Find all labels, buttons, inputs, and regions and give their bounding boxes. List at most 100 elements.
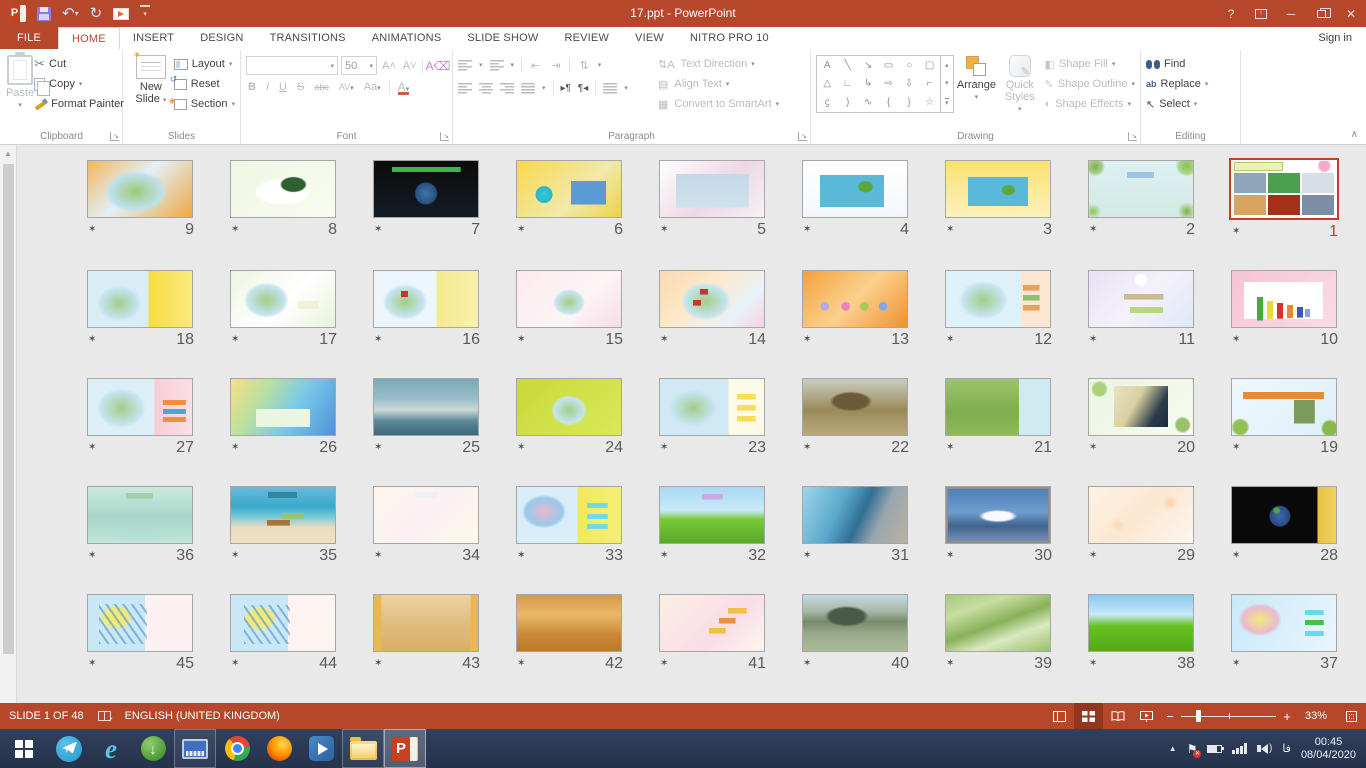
slide-cell-4[interactable]: ✶4 (802, 160, 910, 243)
vertical-scrollbar[interactable]: ▲ (0, 145, 17, 703)
slide-thumbnail-14[interactable] (659, 270, 765, 328)
shape-glyph-13[interactable]: ) (846, 97, 849, 108)
language-indicator[interactable]: ENGLISH (UNITED KINGDOM) (125, 710, 280, 722)
slide-thumbnail-35[interactable] (230, 486, 336, 544)
slide-thumbnail-43[interactable] (373, 594, 479, 652)
text-direction-button[interactable]: ⇅AText Direction▾ (656, 56, 779, 72)
shrink-font-button[interactable]: A˅ (401, 60, 419, 72)
sign-in-link[interactable]: Sign in (1318, 27, 1366, 49)
slide-thumbnail-20[interactable] (1088, 378, 1194, 436)
tab-file[interactable]: FILE (0, 27, 58, 49)
slide-cell-20[interactable]: ✶20 (1088, 378, 1196, 459)
slide-thumbnail-41[interactable] (659, 594, 765, 652)
numbering-icon[interactable] (490, 60, 504, 71)
slide-cell-15[interactable]: ✶15 (516, 270, 624, 351)
slide-thumbnail-34[interactable] (373, 486, 479, 544)
change-case-button[interactable]: Aa▾ (362, 81, 383, 93)
slide-thumbnail-12[interactable] (945, 270, 1051, 328)
slide-cell-16[interactable]: ✶16 (373, 270, 481, 351)
slide-thumbnail-36[interactable] (87, 486, 193, 544)
line-spacing-button[interactable]: ⇅ (577, 59, 590, 72)
tab-slide-show[interactable]: SLIDE SHOW (454, 27, 551, 49)
underline-button[interactable]: U (277, 81, 289, 93)
font-dialog-launcher[interactable]: ↘ (440, 132, 449, 141)
slide-thumbnail-29[interactable] (1088, 486, 1194, 544)
decrease-indent-button[interactable]: ⇤ (529, 59, 542, 72)
slide-thumbnail-32[interactable] (659, 486, 765, 544)
slide-cell-21[interactable]: ✶21 (945, 378, 1053, 459)
shape-glyph-0[interactable]: A (824, 60, 831, 71)
action-center-icon[interactable]: ⚑ (1187, 742, 1198, 756)
slide-cell-12[interactable]: ✶12 (945, 270, 1053, 351)
clock[interactable]: 00:45 08/04/2020 (1301, 736, 1356, 762)
bullets-icon[interactable] (458, 60, 472, 71)
slide-cell-17[interactable]: ✶17 (230, 270, 338, 351)
replace-button[interactable]: abReplace▾ (1146, 76, 1208, 92)
collapse-ribbon-button[interactable]: ∧ (1351, 129, 1358, 140)
slide-cell-18[interactable]: ✶18 (87, 270, 195, 351)
input-language-indicator[interactable]: فا (1282, 742, 1291, 755)
slide-cell-38[interactable]: ✶38 (1088, 594, 1196, 675)
slide-cell-32[interactable]: ✶32 (659, 486, 767, 567)
font-name-select[interactable]: ▾ (246, 56, 338, 75)
show-hidden-icons-button[interactable]: ▲ (1169, 744, 1177, 753)
tab-nitro-pro-10[interactable]: NITRO PRO 10 (677, 27, 782, 49)
italic-button[interactable]: I (264, 81, 271, 93)
shape-glyph-6[interactable]: △ (823, 78, 831, 89)
slide-thumbnail-33[interactable] (516, 486, 622, 544)
tab-home[interactable]: HOME (58, 27, 120, 49)
shape-gallery[interactable]: A╲↘▭○▢△∟↳⇨⇩⌐ϛ)∿{}☆ ▴▾▾ (816, 55, 954, 113)
customize-quick-access-icon[interactable]: ▾ (140, 5, 150, 23)
slide-thumbnail-30[interactable] (945, 486, 1051, 544)
slide-thumbnail-19[interactable] (1231, 378, 1337, 436)
slide-thumbnail-17[interactable] (230, 270, 336, 328)
bold-button[interactable]: B (246, 81, 258, 93)
spell-check-icon[interactable] (98, 711, 111, 721)
slide-thumbnail-7[interactable] (373, 160, 479, 218)
slide-thumbnail-28[interactable] (1231, 486, 1337, 544)
new-slide-button[interactable]: NewSlide ▾ (128, 53, 174, 127)
restore-button[interactable] (1306, 0, 1336, 27)
network-signal-icon[interactable] (1232, 743, 1247, 754)
slide-cell-14[interactable]: ✶14 (659, 270, 767, 351)
scrollbar-thumb[interactable] (3, 164, 14, 654)
align-left-button[interactable] (458, 83, 472, 94)
shape-glyph-5[interactable]: ▢ (925, 60, 934, 71)
slide-thumbnail-11[interactable] (1088, 270, 1194, 328)
slide-thumbnail-10[interactable] (1231, 270, 1337, 328)
align-center-button[interactable] (479, 83, 493, 94)
slide-cell-33[interactable]: ✶33 (516, 486, 624, 567)
shape-glyph-10[interactable]: ⇩ (905, 78, 913, 89)
shape-glyph-12[interactable]: ϛ (825, 97, 830, 108)
taskbar-button-start[interactable] (0, 729, 48, 768)
ribbon-display-options-button[interactable]: ↑ (1246, 0, 1276, 27)
volume-icon[interactable]: ) (1257, 743, 1272, 754)
slide-cell-5[interactable]: ✶5 (659, 160, 767, 243)
slide-cell-11[interactable]: ✶11 (1088, 270, 1196, 351)
shape-glyph-14[interactable]: ∿ (864, 97, 872, 108)
shape-glyph-4[interactable]: ○ (906, 60, 912, 71)
right-to-left-button[interactable]: ¶◂ (578, 83, 588, 94)
columns-button[interactable] (603, 83, 617, 94)
save-button[interactable] (37, 5, 51, 23)
slide-cell-25[interactable]: ✶25 (373, 378, 481, 459)
shape-outline-button[interactable]: ✎Shape Outline▾ (1045, 76, 1135, 92)
slide-thumbnail-9[interactable] (87, 160, 193, 218)
tab-insert[interactable]: INSERT (120, 27, 187, 49)
section-button[interactable]: Section▾ (174, 96, 235, 112)
shape-glyph-1[interactable]: ╲ (845, 60, 851, 71)
slide-cell-41[interactable]: ✶41 (659, 594, 767, 675)
close-button[interactable]: ✕ (1336, 0, 1366, 27)
slide-thumbnail-25[interactable] (373, 378, 479, 436)
slide-cell-35[interactable]: ✶35 (230, 486, 338, 567)
slide-cell-39[interactable]: ✶39 (945, 594, 1053, 675)
slide-cell-31[interactable]: ✶31 (802, 486, 910, 567)
taskbar-button-chrome[interactable] (216, 729, 258, 768)
shape-glyph-11[interactable]: ⌐ (927, 78, 933, 89)
font-size-select[interactable]: 50▾ (341, 56, 377, 75)
slide-cell-7[interactable]: ✶7 (373, 160, 481, 243)
slide-cell-43[interactable]: ✶43 (373, 594, 481, 675)
slide-thumbnail-39[interactable] (945, 594, 1051, 652)
layout-button[interactable]: Layout▾ (174, 56, 235, 72)
slide-thumbnail-1[interactable] (1229, 158, 1339, 220)
